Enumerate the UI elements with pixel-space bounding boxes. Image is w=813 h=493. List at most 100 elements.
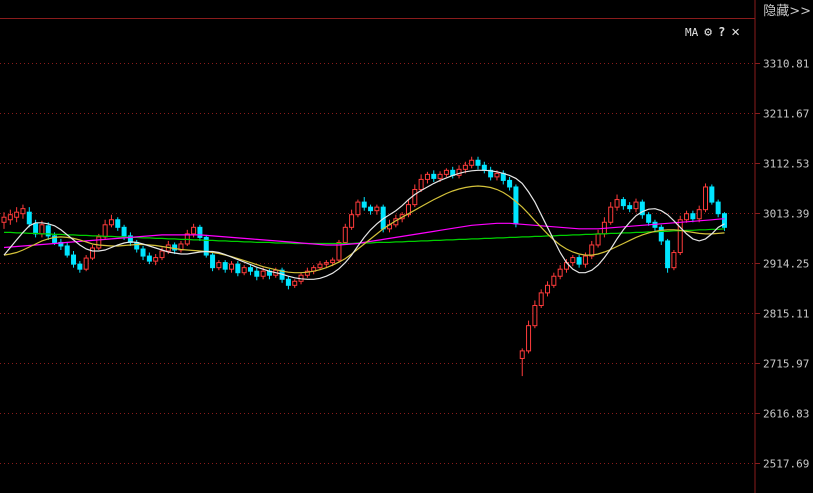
candle (690, 210, 696, 223)
candle-body (330, 259, 336, 264)
ma-indicator-label[interactable]: MA (685, 26, 698, 39)
candle (64, 242, 70, 258)
hide-panel-button[interactable]: 隐藏>> (763, 0, 811, 19)
candle-body (26, 211, 32, 225)
candle (488, 166, 494, 181)
candle (665, 238, 671, 273)
candle-body (475, 159, 481, 166)
candle-body (146, 255, 152, 262)
candle-body (33, 223, 39, 235)
candle-body (551, 275, 557, 286)
y-tick-label: 2616.83 (763, 408, 809, 421)
candle-body (235, 263, 241, 274)
candle (481, 161, 487, 174)
candle (652, 219, 658, 231)
candle-body (684, 213, 690, 221)
candle-body (89, 247, 95, 259)
candle (627, 202, 633, 213)
y-tick-label: 3112.53 (763, 158, 809, 171)
indicator-toolbar: MA ⚙ ? ✕ (685, 24, 740, 40)
candle (450, 166, 456, 179)
help-icon[interactable]: ? (718, 25, 725, 39)
candle (721, 212, 727, 231)
candle (424, 171, 430, 184)
y-tick-label: 2914.25 (763, 258, 809, 271)
candle (184, 229, 190, 246)
candle (684, 210, 690, 223)
candle-body (317, 263, 323, 269)
candle-body (102, 224, 108, 238)
close-icon[interactable]: ✕ (731, 24, 739, 40)
candle-body (64, 245, 70, 256)
candle-body (412, 188, 418, 206)
candle (247, 265, 253, 276)
candle-body (14, 211, 20, 218)
candle (153, 254, 159, 266)
candle (633, 198, 639, 213)
candle (469, 156, 475, 169)
candlestick-chart[interactable]: 3310.81 3211.67 3112.53 3013.39 2914.25 2815.… (0, 0, 813, 493)
candle (646, 212, 652, 226)
candle-body (83, 257, 89, 270)
candle (83, 255, 89, 272)
candle (20, 204, 26, 219)
candle (368, 204, 374, 215)
candle (519, 348, 525, 377)
candle-body (437, 173, 443, 179)
candle (178, 240, 184, 253)
candle-body (210, 254, 216, 269)
candle (614, 194, 620, 211)
candle (620, 197, 626, 210)
candle (311, 265, 317, 275)
candle (285, 276, 291, 290)
candle (127, 232, 133, 246)
candle-body (627, 205, 633, 210)
candle (456, 165, 462, 179)
candle (115, 217, 121, 231)
candle (513, 184, 519, 228)
candle (210, 252, 216, 272)
candle-body (671, 252, 677, 269)
y-tick-label: 2815.11 (763, 308, 809, 321)
candle (229, 261, 235, 273)
candle (475, 156, 481, 170)
candle-body (374, 206, 380, 212)
candles-group (1, 156, 727, 377)
candle-body (368, 206, 374, 212)
candle-body (121, 226, 127, 237)
candle (671, 250, 677, 271)
candle-body (690, 213, 696, 220)
candle-body (241, 267, 247, 274)
candle-body (260, 270, 266, 277)
candle-body (229, 263, 235, 270)
candle (507, 176, 513, 191)
gear-icon[interactable]: ⚙ (704, 25, 712, 40)
candle-body (247, 267, 253, 272)
y-tick-label: 3211.67 (763, 108, 809, 121)
candle-body (715, 201, 721, 215)
candle-body (519, 350, 525, 359)
candle (292, 279, 298, 288)
candle-body (677, 219, 683, 254)
candle (254, 267, 260, 281)
ma60-line (4, 228, 725, 245)
candle (222, 260, 228, 273)
candle-body (134, 241, 140, 250)
candle (58, 238, 64, 251)
candle (526, 320, 532, 354)
candle (538, 289, 544, 309)
candle-body (620, 199, 626, 207)
candle (557, 265, 563, 280)
candle-body (462, 164, 468, 170)
candle-body (545, 284, 551, 294)
candle-body (285, 278, 291, 286)
candle-body (456, 168, 462, 176)
candle (1, 212, 7, 229)
candle-body (608, 206, 614, 223)
candle-body (570, 257, 576, 264)
candle-body (140, 248, 146, 257)
candle-body (703, 186, 709, 211)
candle-body (424, 173, 430, 180)
candle-body (532, 304, 538, 327)
candle-body (222, 262, 228, 270)
